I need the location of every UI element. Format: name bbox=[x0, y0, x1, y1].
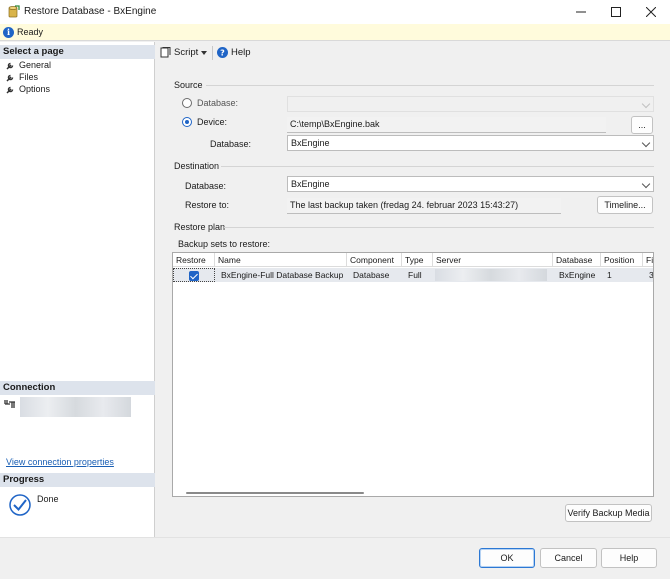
timeline-button[interactable]: Timeline... bbox=[597, 196, 653, 214]
title-bar: Restore Database - BxEngine bbox=[0, 0, 670, 24]
minimize-icon bbox=[576, 11, 586, 13]
restore-to-field: The last backup taken (fredag 24. februa… bbox=[287, 198, 561, 214]
progress-header: Progress bbox=[0, 473, 155, 487]
close-button[interactable] bbox=[636, 0, 666, 24]
database-radio-label: Database: bbox=[197, 98, 239, 108]
svg-text:?: ? bbox=[220, 49, 225, 58]
minimize-button[interactable] bbox=[566, 0, 596, 24]
name-cell: BxEngine-Full Database Backup bbox=[221, 270, 344, 280]
restore-to-label: Restore to: bbox=[185, 200, 230, 210]
column-header-restore[interactable]: Restore bbox=[173, 253, 215, 267]
maximize-button[interactable] bbox=[601, 0, 631, 24]
restore-plan-group-label: Restore plan bbox=[174, 222, 226, 232]
restore-checkbox[interactable] bbox=[189, 271, 199, 281]
source-divider bbox=[206, 85, 654, 86]
cancel-button[interactable]: Cancel bbox=[540, 548, 597, 568]
destination-database-value: BxEngine bbox=[291, 179, 330, 189]
destination-divider bbox=[221, 166, 654, 167]
page-item-label: Files bbox=[19, 72, 39, 82]
backup-sets-grid[interactable]: Restore Name Component Type Server Datab… bbox=[172, 252, 654, 497]
done-check-icon bbox=[9, 494, 31, 516]
destination-database-select[interactable]: BxEngine bbox=[287, 176, 654, 192]
progress-status: Done bbox=[37, 494, 59, 504]
connection-header: Connection bbox=[0, 381, 155, 395]
column-header-component[interactable]: Component bbox=[347, 253, 402, 267]
toolbar-separator bbox=[212, 46, 213, 60]
device-radio-label: Device: bbox=[197, 117, 228, 127]
column-header-name[interactable]: Name bbox=[215, 253, 347, 267]
column-header-first-lsn[interactable]: Fi bbox=[643, 253, 653, 267]
left-pane: Select a page General Files Options Conn… bbox=[0, 42, 155, 537]
window-title: Restore Database - BxEngine bbox=[24, 6, 157, 17]
server-connection-icon bbox=[4, 400, 15, 408]
view-connection-properties-link[interactable]: View connection properties bbox=[6, 457, 114, 467]
backup-database-select[interactable]: BxEngine bbox=[287, 135, 654, 151]
first-lsn-cell: 3 bbox=[649, 270, 654, 280]
column-header-server[interactable]: Server bbox=[433, 253, 553, 267]
status-bar: i Ready bbox=[0, 24, 670, 41]
verify-backup-media-button[interactable]: Verify Backup Media bbox=[565, 504, 652, 522]
device-path-field: C:\temp\BxEngine.bak bbox=[287, 117, 606, 133]
source-database-select[interactable] bbox=[287, 96, 654, 112]
ok-button[interactable]: OK bbox=[479, 548, 535, 568]
status-text: Ready bbox=[17, 27, 44, 37]
script-icon bbox=[160, 47, 171, 58]
page-item-options[interactable]: Options bbox=[6, 83, 50, 95]
redacted-server-name bbox=[20, 397, 131, 417]
chevron-down-icon bbox=[641, 99, 651, 109]
type-cell: Full bbox=[408, 270, 422, 280]
device-radio[interactable] bbox=[182, 117, 192, 127]
help-toolbar-button[interactable]: ? Help bbox=[217, 47, 251, 58]
help-label: Help bbox=[231, 47, 251, 58]
redacted-server-cell bbox=[435, 269, 547, 281]
source-group-label: Source bbox=[174, 80, 203, 90]
horizontal-scrollbar[interactable] bbox=[186, 492, 364, 494]
destination-database-label: Database: bbox=[185, 181, 227, 191]
position-cell: 1 bbox=[607, 270, 612, 280]
help-icon: ? bbox=[217, 47, 228, 58]
wrench-icon bbox=[6, 86, 14, 94]
page-item-files[interactable]: Files bbox=[6, 71, 38, 83]
table-row[interactable]: BxEngine-Full Database Backup Database F… bbox=[173, 268, 653, 282]
browse-device-button[interactable]: ... bbox=[631, 116, 653, 134]
page-item-label: Options bbox=[19, 84, 51, 94]
backup-sets-label: Backup sets to restore: bbox=[178, 239, 271, 249]
destination-group-label: Destination bbox=[174, 161, 220, 171]
select-page-header: Select a page bbox=[0, 45, 155, 59]
close-icon bbox=[646, 7, 656, 17]
column-header-position[interactable]: Position bbox=[601, 253, 643, 267]
database-radio[interactable] bbox=[182, 98, 192, 108]
restore-cell[interactable] bbox=[173, 268, 215, 282]
chevron-down-icon bbox=[201, 50, 208, 55]
chevron-down-icon bbox=[641, 179, 651, 189]
component-cell: Database bbox=[353, 270, 390, 280]
chevron-down-icon bbox=[641, 138, 651, 148]
script-label: Script bbox=[174, 47, 199, 58]
page-item-label: General bbox=[19, 60, 52, 70]
column-header-type[interactable]: Type bbox=[402, 253, 433, 267]
backup-database-value: BxEngine bbox=[291, 138, 330, 148]
database-cell: BxEngine bbox=[559, 270, 596, 280]
grid-header: Restore Name Component Type Server Datab… bbox=[173, 253, 653, 267]
script-button[interactable]: Script bbox=[160, 47, 208, 58]
wrench-icon bbox=[6, 74, 14, 82]
info-icon: i bbox=[3, 27, 14, 38]
restore-plan-divider bbox=[224, 227, 654, 228]
source-database-label: Database: bbox=[210, 139, 252, 149]
help-button[interactable]: Help bbox=[601, 548, 657, 568]
restore-database-icon bbox=[8, 5, 20, 18]
maximize-icon bbox=[611, 7, 621, 17]
wrench-icon bbox=[6, 62, 14, 70]
column-header-database[interactable]: Database bbox=[553, 253, 601, 267]
page-item-general[interactable]: General bbox=[6, 59, 51, 71]
